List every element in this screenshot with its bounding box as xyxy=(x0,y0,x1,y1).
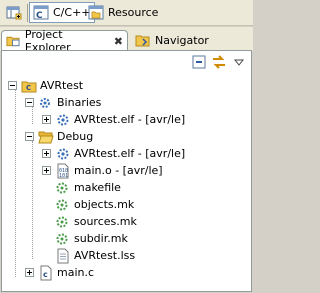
text-file-icon xyxy=(55,248,71,264)
binaries-label: Binaries xyxy=(57,96,102,109)
collapse-all-icon xyxy=(192,55,206,69)
svg-text:C: C xyxy=(36,11,43,21)
main-o-label: main.o - [avr/le] xyxy=(74,164,163,177)
main-c-label: main.c xyxy=(57,266,95,279)
subdir-mk-label: subdir.mk xyxy=(74,232,128,245)
resource-perspective-icon xyxy=(88,5,104,19)
link-with-editor-icon xyxy=(213,55,225,69)
view-menu-button[interactable] xyxy=(230,53,248,71)
objects-mk-label: objects.mk xyxy=(74,198,135,211)
perspective-resource[interactable]: Resource xyxy=(85,2,161,23)
perspective-bar: C C/C++ Resource xyxy=(0,0,253,26)
debug-label: Debug xyxy=(57,130,94,143)
svg-text:C: C xyxy=(26,84,31,92)
expand-toggle[interactable] xyxy=(42,149,51,158)
view-menu-icon xyxy=(233,59,245,66)
tree-item-binaries[interactable]: Binaries xyxy=(25,94,101,111)
folder-open-icon xyxy=(38,129,54,145)
makefile-icon xyxy=(55,197,71,213)
toolbar-separator xyxy=(27,4,28,22)
c-project-folder-icon: C xyxy=(21,78,37,94)
collapse-toggle[interactable] xyxy=(8,81,17,90)
expand-toggle[interactable] xyxy=(42,115,51,124)
tree-item-objects-mk[interactable]: objects.mk xyxy=(42,196,134,213)
perspective-resource-label: Resource xyxy=(108,6,159,19)
makefile-icon xyxy=(55,214,71,230)
tree-guide-line xyxy=(15,90,16,277)
expand-toggle[interactable] xyxy=(42,166,51,175)
svg-text:101: 101 xyxy=(59,173,68,179)
navigator-icon xyxy=(135,35,150,46)
project-explorer-view: C AVRtest Binaries AVRtest.elf - [avr/le… xyxy=(1,50,252,292)
makefile-label: makefile xyxy=(74,181,121,194)
project-name: AVRtest xyxy=(40,79,84,92)
tree-item-binary-elf[interactable]: AVRtest.elf - [avr/le] xyxy=(42,111,185,128)
link-with-editor-button[interactable] xyxy=(210,53,228,71)
open-perspective-button[interactable] xyxy=(3,3,25,23)
tree-item-lss[interactable]: AVRtest.lss xyxy=(42,247,135,264)
debug-elf-label: AVRtest.elf - [avr/le] xyxy=(74,147,186,160)
elf-gear-icon xyxy=(55,146,71,162)
elf-gear-icon xyxy=(55,112,71,128)
tree-item-main-c[interactable]: c main.c xyxy=(25,264,94,281)
view-toolbar xyxy=(2,51,251,73)
tab-navigator-label: Navigator xyxy=(155,34,209,47)
project-explorer-icon xyxy=(6,36,20,47)
object-file-icon: 010 101 xyxy=(55,163,71,179)
view-tab-row: Project Explorer ✖ Navigator xyxy=(0,27,253,54)
tab-navigator[interactable]: Navigator xyxy=(131,30,251,51)
tree-item-main-o[interactable]: 010 101 main.o - [avr/le] xyxy=(42,162,163,179)
binary-elf-label: AVRtest.elf - [avr/le] xyxy=(74,113,186,126)
tree-item-makefile[interactable]: makefile xyxy=(42,179,121,196)
tree-item-subdir-mk[interactable]: subdir.mk xyxy=(42,230,128,247)
makefile-icon xyxy=(55,180,71,196)
tree-item-project[interactable]: C AVRtest xyxy=(8,77,83,94)
expand-toggle[interactable] xyxy=(25,268,34,277)
svg-text:c: c xyxy=(43,270,48,279)
collapse-all-button[interactable] xyxy=(190,53,208,71)
sources-mk-label: sources.mk xyxy=(74,215,137,228)
tree-item-debug[interactable]: Debug xyxy=(25,128,93,145)
tree-item-debug-elf[interactable]: AVRtest.elf - [avr/le] xyxy=(42,145,185,162)
c-source-file-icon: c xyxy=(38,265,54,281)
open-perspective-icon xyxy=(6,6,22,20)
makefile-icon xyxy=(55,231,71,247)
tab-project-explorer[interactable]: Project Explorer ✖ xyxy=(1,28,128,54)
c-cpp-perspective-icon: C xyxy=(33,5,49,21)
binaries-icon xyxy=(38,95,54,111)
lss-label: AVRtest.lss xyxy=(74,249,136,262)
tree-item-sources-mk[interactable]: sources.mk xyxy=(42,213,137,230)
collapse-toggle[interactable] xyxy=(25,132,34,141)
collapse-toggle[interactable] xyxy=(25,98,34,107)
tree-guide-line xyxy=(32,141,33,259)
close-icon[interactable]: ✖ xyxy=(114,35,123,48)
